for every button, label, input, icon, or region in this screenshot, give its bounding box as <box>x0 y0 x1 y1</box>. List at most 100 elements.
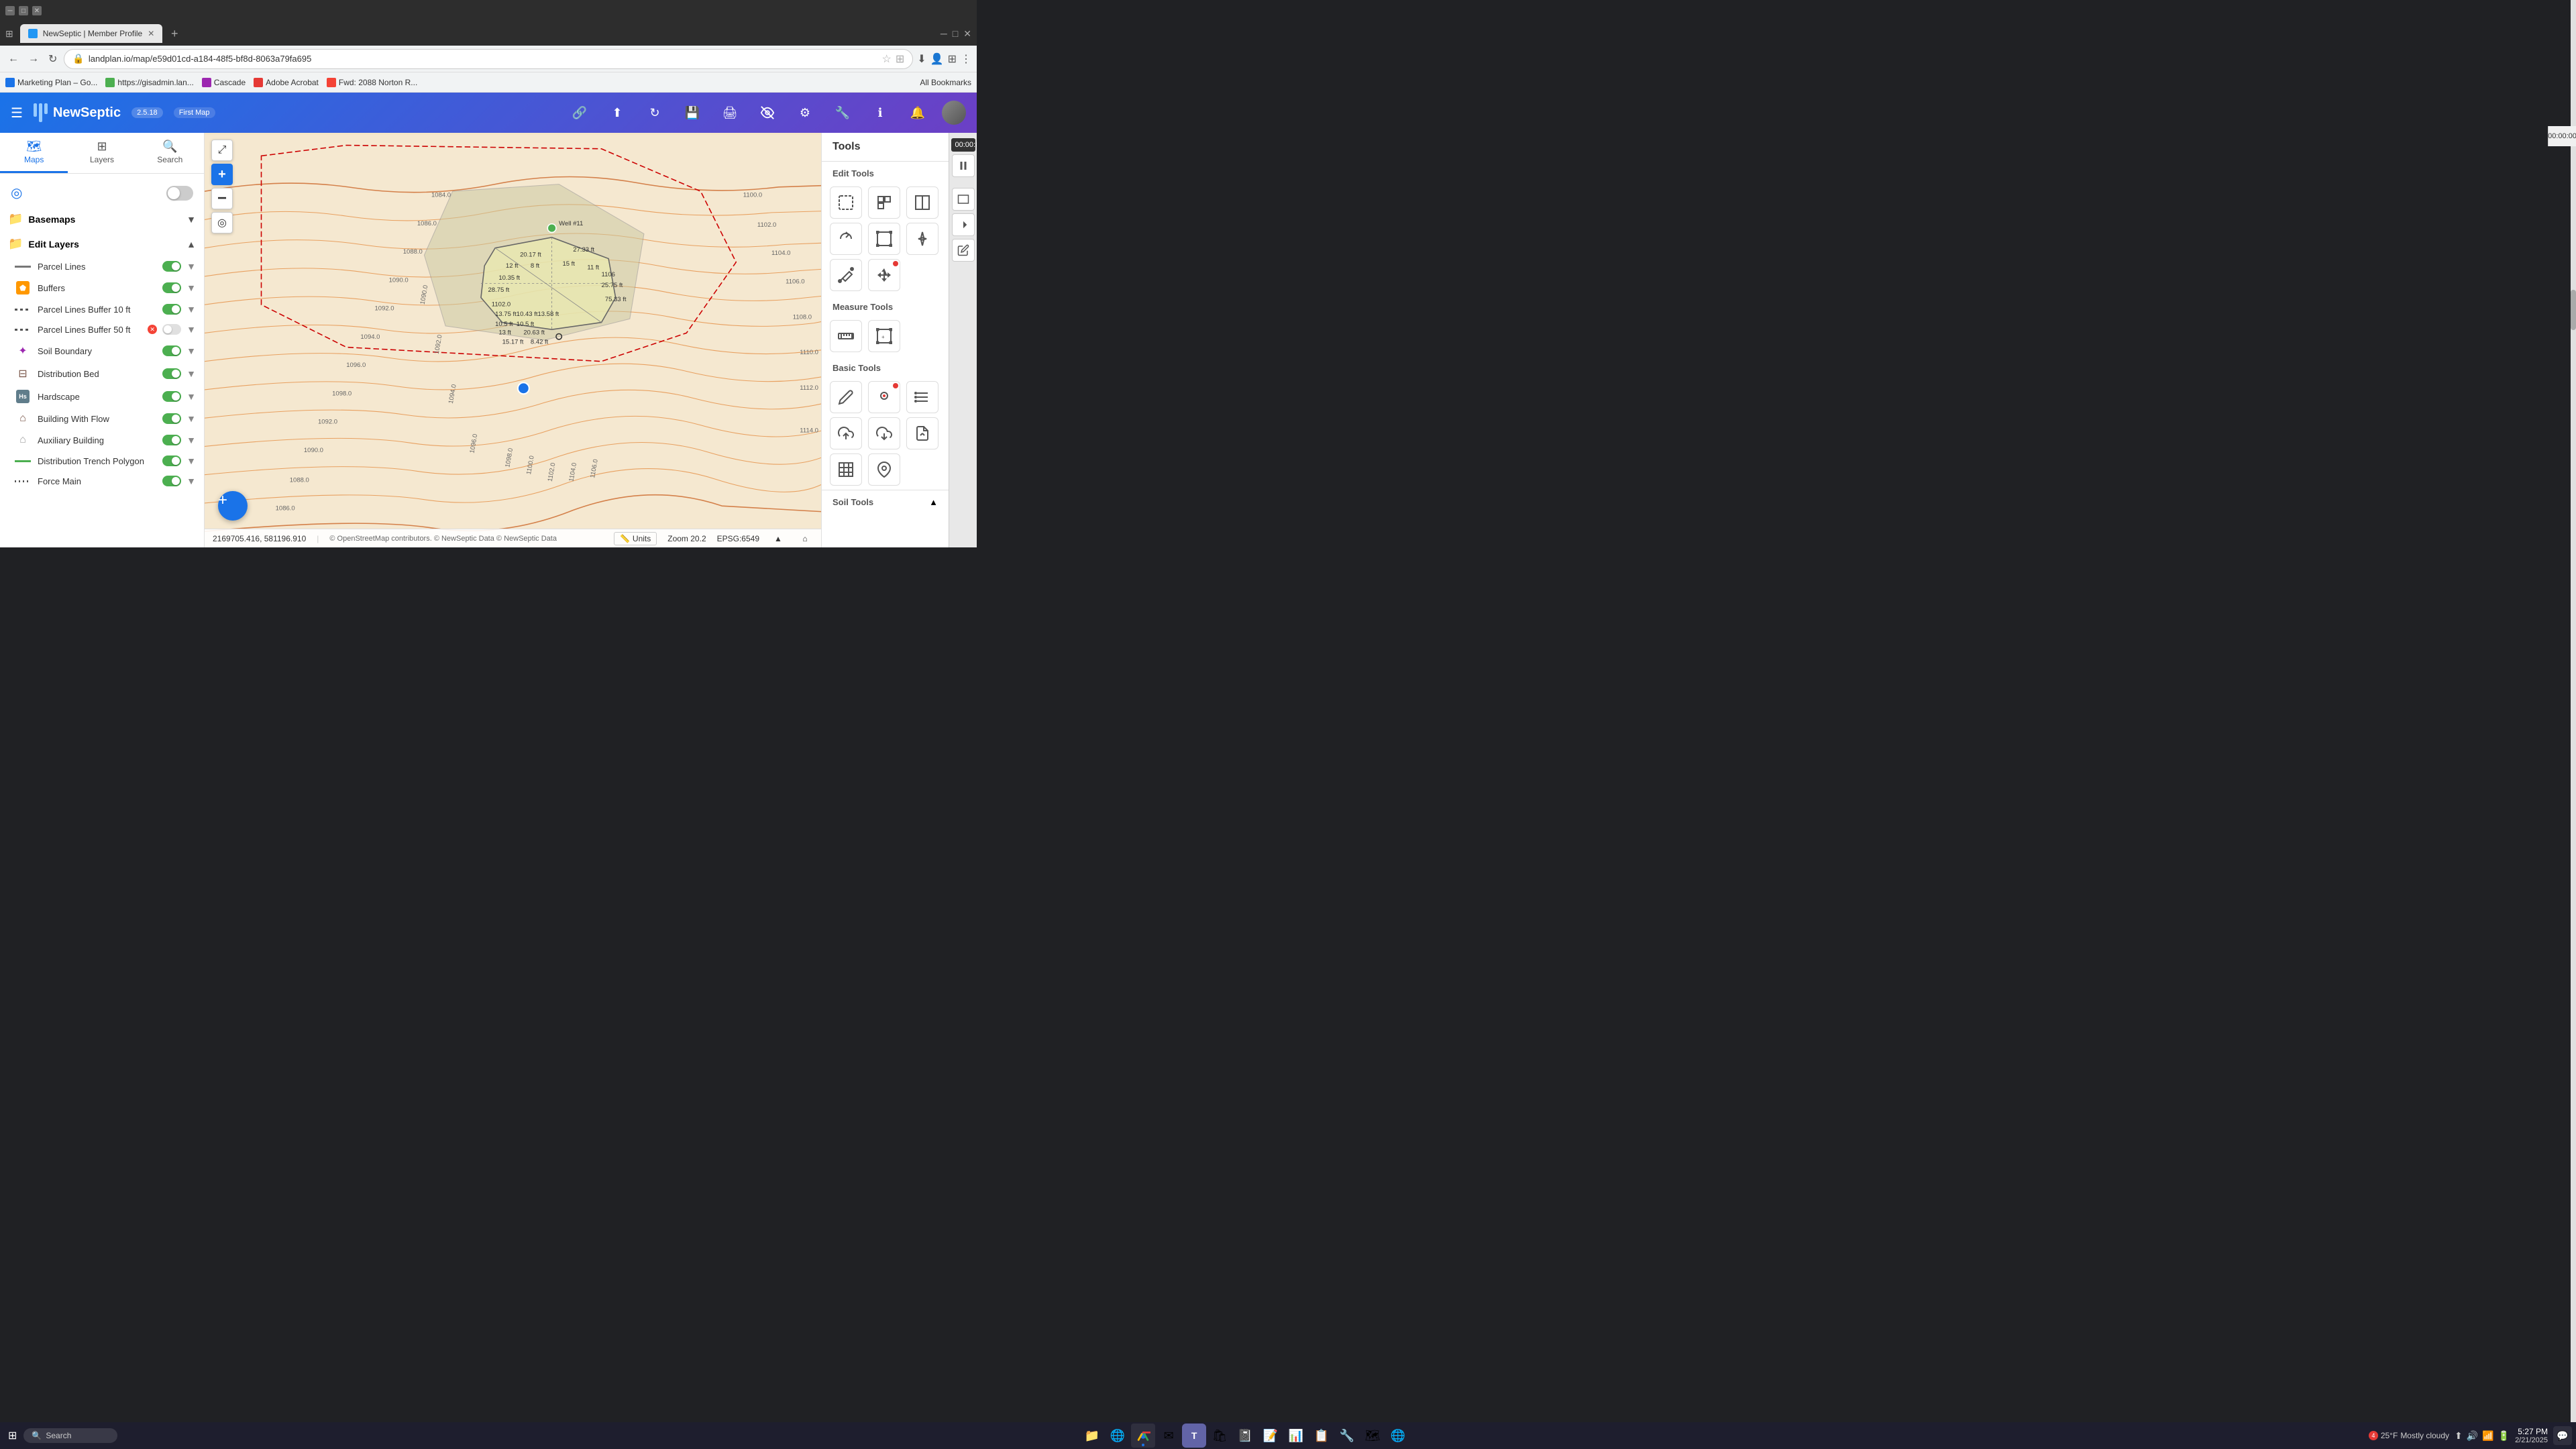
layer-building-with-flow[interactable]: ⌂ Building With Flow ▼ <box>0 408 204 429</box>
bookmark-fwd[interactable]: Fwd: 2088 Norton R... <box>327 78 417 87</box>
layer-toggle[interactable] <box>162 476 181 486</box>
profile-icon[interactable]: 👤 <box>930 52 944 66</box>
grid-tool-button[interactable] <box>830 453 862 486</box>
file-tool-button[interactable] <box>906 417 938 449</box>
active-tab[interactable]: NewSeptic | Member Profile ✕ <box>20 24 163 43</box>
layer-auxiliary-building[interactable]: ⌂ Auxiliary Building ▼ <box>0 429 204 451</box>
notifications-button[interactable]: 🔔 <box>904 99 931 126</box>
edge-pause-button[interactable] <box>952 154 975 177</box>
print-button[interactable]: 🖨 <box>716 99 743 126</box>
layer-buffers[interactable]: ⬟ Buffers ▼ <box>0 276 204 299</box>
pointer-tool-button[interactable] <box>868 381 900 413</box>
taskbar-store[interactable]: 🛍 <box>1208 1424 1232 1448</box>
new-tab-button[interactable]: + <box>165 24 184 43</box>
layer-toggle[interactable] <box>162 455 181 466</box>
layer-chevron[interactable]: ▼ <box>186 455 196 466</box>
layer-toggle[interactable] <box>162 413 181 424</box>
layer-toggle[interactable] <box>162 304 181 315</box>
refresh-button[interactable]: ↻ <box>46 50 60 68</box>
layer-hardscape[interactable]: Hs Hardscape ▼ <box>0 385 204 408</box>
move-tool-button[interactable] <box>868 259 900 291</box>
extension-icon[interactable]: ⊞ <box>896 52 904 66</box>
layer-chevron[interactable]: ▼ <box>186 282 196 293</box>
info-button[interactable]: ℹ <box>867 99 894 126</box>
taskbar-app2[interactable]: 🔧 <box>1335 1424 1359 1448</box>
settings-button[interactable]: ⚙ <box>792 99 818 126</box>
taskbar-edge[interactable]: 🌐 <box>1106 1424 1130 1448</box>
layer-force-main[interactable]: Force Main ▼ <box>0 471 204 491</box>
layer-dist-trench[interactable]: Distribution Trench Polygon ▼ <box>0 451 204 471</box>
bookmark-gis[interactable]: https://gisadmin.lan... <box>105 78 193 87</box>
cloud-upload-button[interactable] <box>830 417 862 449</box>
split-tool-button[interactable] <box>906 186 938 219</box>
tab-layers[interactable]: ⊞ Layers <box>68 133 136 173</box>
soil-tools-section-header[interactable]: Soil Tools ▲ <box>822 490 949 511</box>
tools-button[interactable]: 🔧 <box>829 99 856 126</box>
browser-grid-btn[interactable]: ⊞ <box>5 28 13 40</box>
layer-buffer-50[interactable]: Parcel Lines Buffer 50 ft ✕ ▼ <box>0 319 204 339</box>
layer-distribution-bed[interactable]: ⊟ Distribution Bed ▼ <box>0 362 204 385</box>
layer-toggle[interactable] <box>162 345 181 356</box>
browser-minimize-icon[interactable]: ─ <box>941 28 947 39</box>
layer-toggle[interactable] <box>162 282 181 293</box>
taskbar-teams[interactable]: T <box>1182 1424 1206 1448</box>
taskbar-chrome[interactable] <box>1131 1424 1155 1448</box>
link-button[interactable]: 🔗 <box>566 99 593 126</box>
clock-display[interactable]: 5:27 PM 2/21/2025 <box>2515 1427 2548 1444</box>
units-button[interactable]: 📏 Units <box>614 532 657 545</box>
multi-select-tool-button[interactable] <box>868 186 900 219</box>
zoom-out-button[interactable]: − <box>211 188 233 209</box>
refresh-map-button[interactable]: ↻ <box>641 99 668 126</box>
bookmark-adobe[interactable]: Adobe Acrobat <box>254 78 319 87</box>
notification-center-button[interactable]: 💬 <box>2553 1426 2572 1445</box>
share-button[interactable]: ⬆ <box>604 99 631 126</box>
first-map-button[interactable]: First Map <box>174 107 215 118</box>
layer-buffer-10[interactable]: Parcel Lines Buffer 10 ft ▼ <box>0 299 204 319</box>
bookmark-marketing[interactable]: Marketing Plan – Go... <box>5 78 97 87</box>
extensions-icon[interactable]: ⊞ <box>948 52 957 66</box>
layer-chevron[interactable]: ▼ <box>186 304 196 315</box>
save-button[interactable]: 💾 <box>679 99 706 126</box>
layer-toggle[interactable] <box>162 368 181 379</box>
layer-chevron[interactable]: ▼ <box>186 476 196 486</box>
pencil-tool-button[interactable] <box>830 381 862 413</box>
layer-chevron[interactable]: ▼ <box>186 391 196 402</box>
layer-toggle[interactable] <box>162 391 181 402</box>
star-icon[interactable]: ☆ <box>882 52 892 66</box>
taskbar-word[interactable]: 📝 <box>1258 1424 1283 1448</box>
layer-toggle-off[interactable] <box>162 324 181 335</box>
address-bar[interactable]: 🔒 landplan.io/map/e59d01cd-a184-48f5-bf8… <box>64 49 913 69</box>
map-area[interactable]: 1084.0 1086.0 1088.0 1090.0 1092.0 1094.… <box>205 133 821 547</box>
layer-toggle[interactable] <box>162 435 181 445</box>
browser-close-icon[interactable]: ✕ <box>963 28 971 40</box>
layer-chevron[interactable]: ▼ <box>186 435 196 445</box>
hamburger-menu-button[interactable]: ☰ <box>11 105 23 121</box>
list-tool-button[interactable] <box>906 381 938 413</box>
tab-close-button[interactable]: ✕ <box>148 29 154 38</box>
home-button[interactable]: ⌂ <box>797 531 813 547</box>
close-button[interactable]: ✕ <box>32 6 42 15</box>
taskbar-excel[interactable]: 📊 <box>1284 1424 1308 1448</box>
downloads-icon[interactable]: ⬇ <box>917 52 926 66</box>
fullscreen-button[interactable]: ⤢ <box>211 140 233 161</box>
layer-chevron[interactable]: ▼ <box>186 413 196 424</box>
measure-length-button[interactable] <box>830 320 862 352</box>
layer-chevron[interactable]: ▼ <box>186 324 196 335</box>
layer-chevron[interactable]: ▼ <box>186 261 196 272</box>
measure-area-button[interactable]: + <box>868 320 900 352</box>
edge-edit-button[interactable] <box>952 239 975 262</box>
taskbar-notepad[interactable]: 📋 <box>1309 1424 1334 1448</box>
bookmark-all[interactable]: All Bookmarks <box>920 78 971 87</box>
pin-tool-button[interactable] <box>868 453 900 486</box>
forward-button[interactable]: → <box>25 50 42 68</box>
maximize-button[interactable]: □ <box>19 6 28 15</box>
compass-button[interactable]: ▲ <box>770 531 786 547</box>
layer-parcel-lines[interactable]: Parcel Lines ▼ <box>0 256 204 276</box>
browser-restore-icon[interactable]: □ <box>953 28 958 39</box>
back-button[interactable]: ← <box>5 50 21 68</box>
taskbar-onenote[interactable]: 📓 <box>1233 1424 1257 1448</box>
edit-vertex-button[interactable] <box>906 223 938 255</box>
zoom-in-button[interactable]: + <box>211 164 233 185</box>
taskbar-files[interactable]: 📁 <box>1080 1424 1104 1448</box>
add-feature-button[interactable]: + <box>218 491 248 521</box>
